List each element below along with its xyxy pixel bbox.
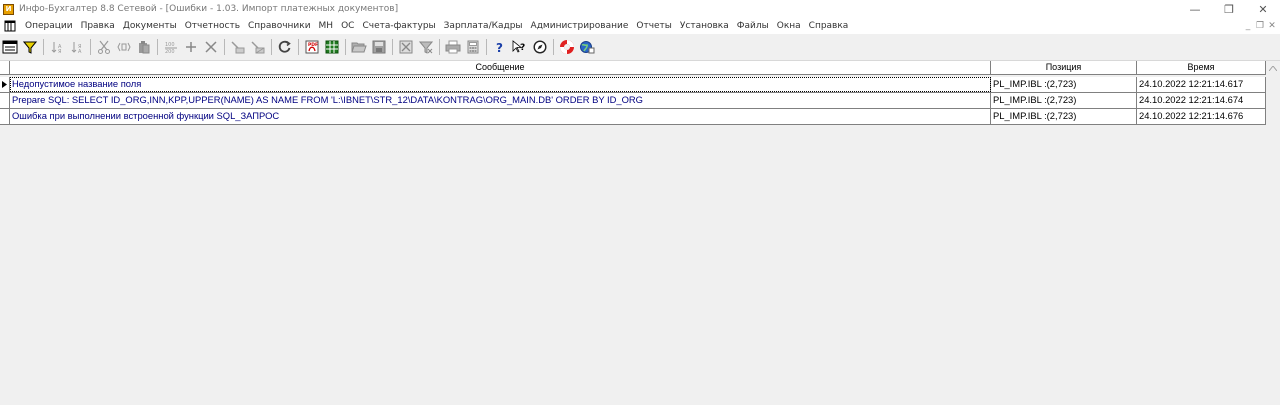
- menu-help[interactable]: Справка: [805, 18, 853, 34]
- unmark-icon[interactable]: [249, 37, 267, 57]
- cut-icon[interactable]: [95, 37, 113, 57]
- mdi-minimize-button[interactable]: _: [1242, 18, 1254, 34]
- excel-icon[interactable]: [323, 37, 341, 57]
- document-menu-icon[interactable]: [4, 20, 16, 32]
- toolbar-separator: [553, 39, 554, 55]
- help-context-icon[interactable]: ?: [511, 37, 529, 57]
- toolbar-separator: [345, 39, 346, 55]
- grid-header: Сообщение Позиция Время: [0, 61, 1266, 75]
- cell-position[interactable]: PL_IMP.IBL :(2,723): [991, 77, 1137, 92]
- cell-time[interactable]: 24.10.2022 12:21:14.617: [1137, 77, 1266, 92]
- menu-setup[interactable]: Установка: [676, 18, 733, 34]
- menu-reporting[interactable]: Отчетность: [181, 18, 244, 34]
- close-button[interactable]: ✕: [1246, 0, 1280, 18]
- row-indicator: [0, 93, 10, 108]
- table-row[interactable]: Prepare SQL: SELECT ID_ORG,INN,KPP,UPPER…: [0, 93, 1266, 109]
- minimize-button[interactable]: —: [1178, 0, 1212, 18]
- menu-administration[interactable]: Администрирование: [527, 18, 633, 34]
- menu-windows[interactable]: Окна: [773, 18, 805, 34]
- save-icon[interactable]: [370, 37, 388, 57]
- error-grid: Сообщение Позиция Время Недопустимое наз…: [0, 61, 1266, 405]
- compass-icon[interactable]: [531, 37, 549, 57]
- svg-text:?: ?: [496, 41, 503, 54]
- calculator-icon[interactable]: [464, 37, 482, 57]
- toolbar-separator: [271, 39, 272, 55]
- form-icon[interactable]: [1, 37, 19, 57]
- svg-text:PDF: PDF: [308, 42, 318, 48]
- cell-time[interactable]: 24.10.2022 12:21:14.674: [1137, 93, 1266, 108]
- menu-operations[interactable]: Операции: [21, 18, 77, 34]
- open-folder-icon[interactable]: [350, 37, 368, 57]
- cell-message[interactable]: Prepare SQL: SELECT ID_ORG,INN,KPP,UPPER…: [10, 93, 991, 108]
- web-icon[interactable]: [578, 37, 596, 57]
- delete-icon[interactable]: [202, 37, 220, 57]
- menu-edit[interactable]: Правка: [77, 18, 119, 34]
- toolbar-separator: [439, 39, 440, 55]
- print-icon[interactable]: [444, 37, 462, 57]
- column-header-message[interactable]: Сообщение: [10, 61, 991, 75]
- table-row[interactable]: Недопустимое название поля PL_IMP.IBL :(…: [0, 77, 1266, 93]
- app-icon[interactable]: И: [3, 3, 14, 15]
- mdi-restore-button[interactable]: ❐: [1254, 18, 1266, 34]
- svg-text:A: A: [78, 49, 82, 54]
- scroll-up-arrow-icon[interactable]: [1266, 61, 1280, 75]
- table-row[interactable]: Ошибка при выполнении встроенной функции…: [0, 109, 1266, 125]
- svg-text:100: 100: [165, 42, 175, 48]
- toolbar: AЯ ЯA 100 200 PDF ? ?: [0, 34, 1280, 61]
- sort-asc-icon[interactable]: AЯ: [48, 37, 66, 57]
- lifebuoy-icon[interactable]: [558, 37, 576, 57]
- menu-bar: Операции Правка Документы Отчетность Спр…: [0, 18, 1280, 34]
- current-row-arrow-icon: [0, 77, 10, 92]
- copy-icon[interactable]: [115, 37, 133, 57]
- help-icon[interactable]: ?: [491, 37, 509, 57]
- toolbar-separator: [90, 39, 91, 55]
- svg-text:?: ?: [520, 43, 525, 53]
- clear-filter-icon[interactable]: [417, 37, 435, 57]
- mdi-controls: _ ❐ ✕: [1242, 18, 1278, 34]
- sum-icon[interactable]: 100 200: [162, 37, 180, 57]
- cell-position[interactable]: PL_IMP.IBL :(2,723): [991, 109, 1137, 124]
- pdf-icon[interactable]: PDF: [303, 37, 321, 57]
- header-indicator: [0, 61, 10, 75]
- menu-files[interactable]: Файлы: [733, 18, 773, 34]
- mdi-close-button[interactable]: ✕: [1266, 18, 1278, 34]
- toolbar-separator: [224, 39, 225, 55]
- paste-icon[interactable]: [135, 37, 153, 57]
- title-bar: И Инфо-Бухгалтер 8.8 Сетевой - [Ошибки -…: [0, 0, 1280, 18]
- toolbar-separator: [157, 39, 158, 55]
- menu-reports[interactable]: Отчеты: [632, 18, 676, 34]
- window-controls: — ❐ ✕: [1178, 0, 1280, 18]
- svg-text:Я: Я: [58, 49, 61, 54]
- menu-references[interactable]: Справочники: [244, 18, 315, 34]
- close-doc-icon[interactable]: [397, 37, 415, 57]
- menu-os[interactable]: ОС: [337, 18, 358, 34]
- mark-icon[interactable]: [229, 37, 247, 57]
- cell-position[interactable]: PL_IMP.IBL :(2,723): [991, 93, 1137, 108]
- column-header-position[interactable]: Позиция: [991, 61, 1137, 75]
- cell-message[interactable]: Недопустимое название поля: [10, 77, 991, 92]
- toolbar-separator: [392, 39, 393, 55]
- restore-button[interactable]: ❐: [1212, 0, 1246, 18]
- menu-invoices[interactable]: Счета-фактуры: [358, 18, 439, 34]
- toolbar-separator: [486, 39, 487, 55]
- menu-documents[interactable]: Документы: [119, 18, 181, 34]
- vertical-scrollbar[interactable]: [1266, 61, 1280, 405]
- menu-mn[interactable]: МН: [315, 18, 338, 34]
- window-title: Инфо-Бухгалтер 8.8 Сетевой - [Ошибки - 1…: [19, 4, 399, 14]
- add-icon[interactable]: [182, 37, 200, 57]
- column-header-time[interactable]: Время: [1137, 61, 1266, 75]
- filter-icon[interactable]: [21, 37, 39, 57]
- toolbar-separator: [298, 39, 299, 55]
- sort-desc-icon[interactable]: ЯA: [68, 37, 86, 57]
- row-indicator: [0, 109, 10, 124]
- cell-time[interactable]: 24.10.2022 12:21:14.676: [1137, 109, 1266, 124]
- menu-salary[interactable]: Зарплата/Кадры: [440, 18, 527, 34]
- refresh-icon[interactable]: [276, 37, 294, 57]
- cell-message[interactable]: Ошибка при выполнении встроенной функции…: [10, 109, 991, 124]
- toolbar-separator: [43, 39, 44, 55]
- svg-text:200: 200: [165, 49, 175, 54]
